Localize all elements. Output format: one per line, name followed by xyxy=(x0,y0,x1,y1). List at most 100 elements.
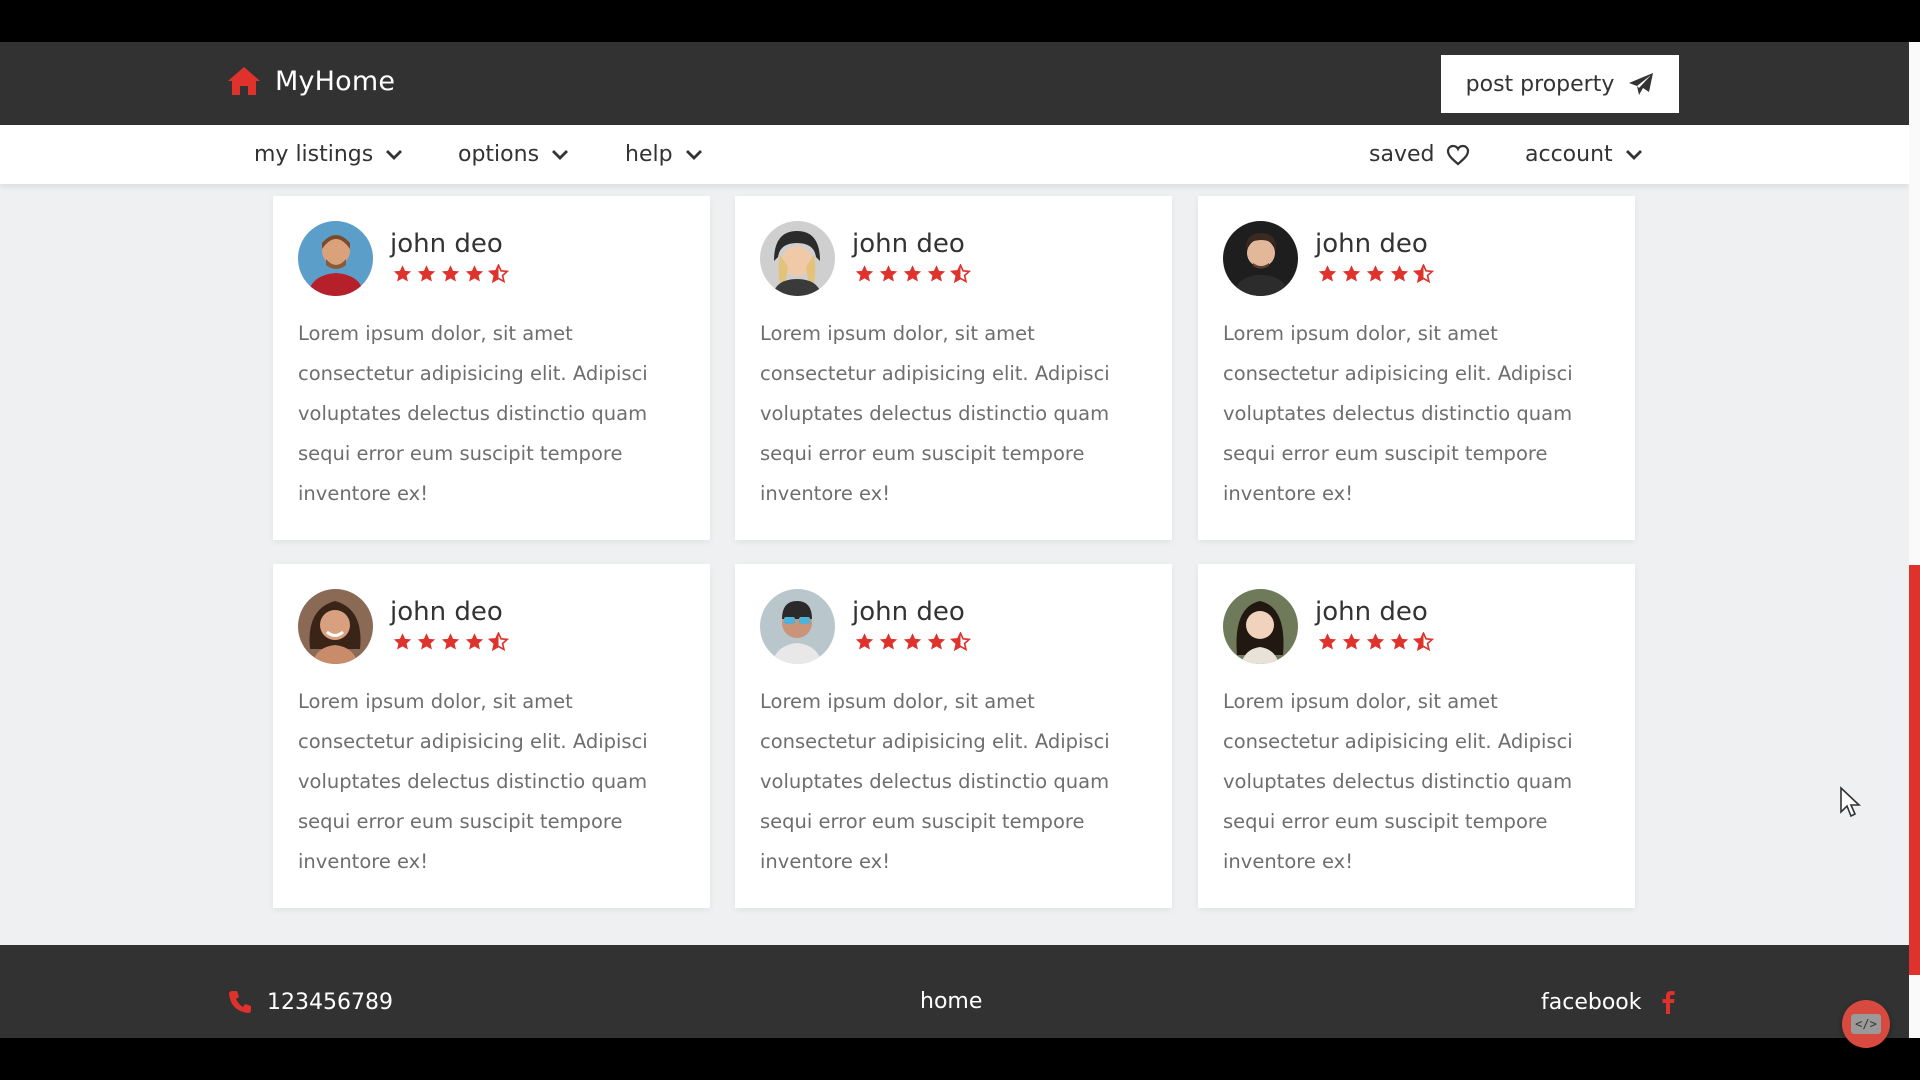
facebook-icon xyxy=(1662,991,1676,1014)
phone-icon xyxy=(229,991,251,1013)
page-scrollbar[interactable] xyxy=(1909,42,1920,1038)
reviewer-name: john deo xyxy=(852,229,965,259)
letterbox-top xyxy=(0,0,1920,42)
review-card: john deo Lorem ipsum dolor, sit amet con… xyxy=(1198,196,1635,540)
review-card: john deo Lorem ipsum dolor, sit amet con… xyxy=(273,564,710,908)
star-icon xyxy=(879,265,898,282)
avatar xyxy=(760,589,835,664)
nav-item-account[interactable]: account xyxy=(1525,125,1643,184)
star-icon xyxy=(1366,265,1385,282)
rating-stars xyxy=(1317,264,1434,284)
star-half-icon xyxy=(950,264,971,284)
footer-facebook-link[interactable]: facebook xyxy=(1541,989,1681,1015)
star-icon xyxy=(1318,265,1337,282)
review-text: Lorem ipsum dolor, sit amet consectetur … xyxy=(760,322,1110,505)
star-icon xyxy=(417,633,436,650)
review-card: john deo Lorem ipsum dolor, sit amet con… xyxy=(1198,564,1635,908)
review-card: john deo Lorem ipsum dolor, sit amet con… xyxy=(735,196,1172,540)
footer-phone-link[interactable]: 123456789 xyxy=(227,989,393,1015)
star-icon xyxy=(1366,633,1385,650)
dev-tools-button[interactable]: </> xyxy=(1842,1000,1890,1048)
review-text: Lorem ipsum dolor, sit amet consectetur … xyxy=(760,690,1110,873)
site-footer: 123456789 home facebook xyxy=(0,945,1909,1038)
rating-stars xyxy=(1317,632,1434,652)
star-half-icon xyxy=(488,264,509,284)
star-icon xyxy=(441,633,460,650)
reviewer-name: john deo xyxy=(1315,229,1428,259)
reviewer-name: john deo xyxy=(390,597,503,627)
review-text: Lorem ipsum dolor, sit amet consectetur … xyxy=(298,690,648,873)
chevron-down-icon xyxy=(552,149,569,160)
star-icon xyxy=(903,633,922,650)
reviewer-name: john deo xyxy=(1315,597,1428,627)
post-property-label: post property xyxy=(1465,71,1615,97)
nav-item-label: account xyxy=(1525,142,1613,167)
star-icon xyxy=(927,633,946,650)
star-half-icon xyxy=(950,632,971,652)
star-icon xyxy=(855,265,874,282)
nav-item-label: help xyxy=(625,142,673,167)
footer-home-text: home xyxy=(920,989,983,1014)
post-property-button[interactable]: post property xyxy=(1441,55,1679,113)
nav-item-options[interactable]: options xyxy=(458,125,569,184)
page-viewport: MyHome post property my listings options… xyxy=(0,42,1909,1038)
rating-stars xyxy=(392,632,509,652)
star-icon xyxy=(393,633,412,650)
chevron-down-icon xyxy=(1625,149,1642,160)
footer-home-link[interactable]: home xyxy=(920,989,982,1014)
nav-item-label: my listings xyxy=(254,142,374,167)
nav-item-my-listings[interactable]: my listings xyxy=(254,125,403,184)
star-icon xyxy=(1342,633,1361,650)
heart-icon xyxy=(1447,144,1470,165)
rating-stars xyxy=(854,264,971,284)
rating-stars xyxy=(392,264,509,284)
site-header: MyHome post property xyxy=(0,42,1909,125)
mouse-cursor-icon xyxy=(1840,786,1861,818)
star-icon xyxy=(1342,265,1361,282)
avatar xyxy=(760,221,835,296)
star-icon xyxy=(393,265,412,282)
star-icon xyxy=(1318,633,1337,650)
avatar xyxy=(298,589,373,664)
scrollbar-thumb[interactable] xyxy=(1909,565,1920,975)
star-icon xyxy=(855,633,874,650)
rating-stars xyxy=(854,632,971,652)
footer-facebook-text: facebook xyxy=(1541,989,1642,1015)
star-icon xyxy=(903,265,922,282)
nav-item-label: saved xyxy=(1369,142,1435,167)
logo-text: MyHome xyxy=(275,65,396,97)
avatar xyxy=(1223,221,1298,296)
star-half-icon xyxy=(488,632,509,652)
star-icon xyxy=(927,265,946,282)
review-card: john deo Lorem ipsum dolor, sit amet con… xyxy=(735,564,1172,908)
review-card: john deo Lorem ipsum dolor, sit amet con… xyxy=(273,196,710,540)
nav-item-help[interactable]: help xyxy=(625,125,703,184)
chevron-down-icon xyxy=(386,149,403,160)
logo-link[interactable]: MyHome xyxy=(227,65,395,97)
star-half-icon xyxy=(1413,632,1434,652)
letterbox-bottom xyxy=(0,1038,1920,1080)
star-icon xyxy=(879,633,898,650)
nav-bar: my listings options help saved account xyxy=(0,125,1909,184)
code-icon: </> xyxy=(1851,1014,1881,1034)
star-icon xyxy=(465,265,484,282)
footer-phone-text: 123456789 xyxy=(267,989,393,1015)
star-half-icon xyxy=(1413,264,1434,284)
star-icon xyxy=(1390,633,1409,650)
chevron-down-icon xyxy=(685,149,702,160)
avatar xyxy=(298,221,373,296)
review-text: Lorem ipsum dolor, sit amet consectetur … xyxy=(1223,322,1573,505)
house-icon xyxy=(228,67,260,95)
star-icon xyxy=(441,265,460,282)
reviewer-name: john deo xyxy=(852,597,965,627)
star-icon xyxy=(1390,265,1409,282)
paper-plane-icon xyxy=(1629,73,1654,95)
review-text: Lorem ipsum dolor, sit amet consectetur … xyxy=(1223,690,1573,873)
reviewer-name: john deo xyxy=(390,229,503,259)
avatar xyxy=(1223,589,1298,664)
review-text: Lorem ipsum dolor, sit amet consectetur … xyxy=(298,322,648,505)
nav-item-saved[interactable]: saved xyxy=(1369,125,1470,184)
nav-item-label: options xyxy=(458,142,540,167)
star-icon xyxy=(465,633,484,650)
star-icon xyxy=(417,265,436,282)
